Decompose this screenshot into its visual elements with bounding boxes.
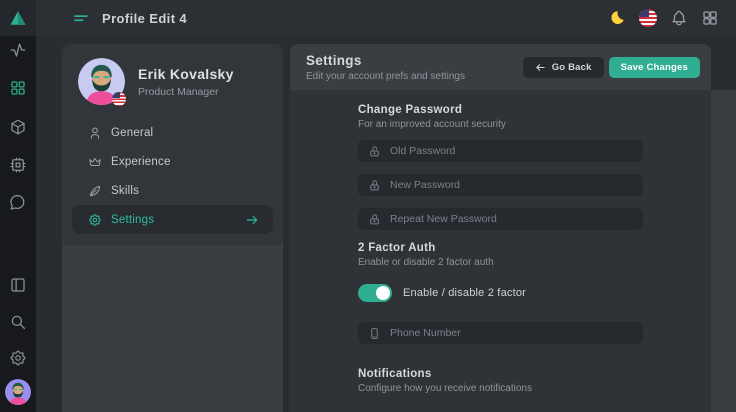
save-changes-button[interactable]: Save Changes <box>609 57 700 78</box>
top-header: Profile Edit 4 <box>36 0 736 36</box>
toggle-knob <box>376 286 390 300</box>
phone-number-field[interactable] <box>358 322 643 344</box>
old-password-input[interactable] <box>390 140 643 162</box>
menu-item-experience[interactable]: Experience <box>62 147 283 176</box>
profile-name: Erik Kovalsky <box>138 66 234 82</box>
menu-toggle-icon[interactable] <box>72 9 90 27</box>
profile-menu: General Experience Skills Settings <box>62 118 283 234</box>
old-password-field[interactable] <box>358 140 643 162</box>
activity-icon[interactable] <box>9 41 27 59</box>
message-circle-icon[interactable] <box>9 194 27 212</box>
settings-panel-header: Settings Edit your account prefs and set… <box>290 44 711 90</box>
menu-item-label: Skills <box>111 185 139 197</box>
arrow-right-icon <box>245 213 259 227</box>
change-password-subtitle: For an improved account security <box>358 119 643 130</box>
profile-card: Erik Kovalsky Product Manager General Ex… <box>62 44 283 246</box>
two-factor-toggle[interactable] <box>358 284 392 302</box>
two-factor-title: 2 Factor Auth <box>358 242 643 254</box>
two-factor-subtitle: Enable or disable 2 factor auth <box>358 257 643 268</box>
gear-icon <box>88 213 102 227</box>
lock-open-icon <box>368 145 381 158</box>
profile-avatar <box>78 58 125 105</box>
settings-subtitle: Edit your account prefs and settings <box>306 71 465 82</box>
gear-icon[interactable] <box>9 349 27 367</box>
profile-role: Product Manager <box>138 86 234 98</box>
lock-icon <box>368 179 381 192</box>
menu-item-label: Experience <box>111 156 171 168</box>
dark-mode-moon-icon[interactable] <box>608 9 626 27</box>
menu-item-general[interactable]: General <box>62 118 283 147</box>
topbar-actions <box>608 9 736 27</box>
language-flag-icon[interactable] <box>639 9 657 27</box>
settings-title: Settings <box>306 53 465 68</box>
repeat-password-input[interactable] <box>390 208 643 230</box>
change-password-title: Change Password <box>358 104 643 116</box>
apps-grid-icon[interactable] <box>701 9 719 27</box>
avatar-art <box>5 379 31 405</box>
cpu-icon[interactable] <box>9 156 27 174</box>
menu-item-label: Settings <box>111 214 154 226</box>
triangle-logo-icon <box>9 9 27 27</box>
profile-sidebar-panel: Erik Kovalsky Product Manager General Ex… <box>62 44 283 412</box>
new-password-input[interactable] <box>390 174 643 196</box>
go-back-button[interactable]: Go Back <box>523 57 604 78</box>
crown-icon <box>88 155 102 169</box>
notifications-subtitle: Configure how you receive notifications <box>358 383 643 394</box>
notifications-bell-icon[interactable] <box>670 9 688 27</box>
user-avatar-small[interactable] <box>5 379 31 405</box>
feather-icon <box>88 184 102 198</box>
app-logo[interactable] <box>0 0 36 36</box>
avatar-country-flag-icon <box>112 92 126 106</box>
lock-icon <box>368 213 381 226</box>
menu-item-skills[interactable]: Skills <box>62 176 283 205</box>
offscreen-panel-edge <box>711 90 736 412</box>
settings-panel: Settings Edit your account prefs and set… <box>290 44 711 412</box>
phone-number-input[interactable] <box>390 322 643 344</box>
smartphone-icon <box>368 327 381 340</box>
menu-item-label: General <box>111 127 153 139</box>
user-icon <box>88 126 102 140</box>
arrow-left-icon <box>535 62 546 73</box>
package-icon[interactable] <box>9 118 27 136</box>
search-icon[interactable] <box>9 313 27 331</box>
profile-header: Erik Kovalsky Product Manager <box>62 44 283 105</box>
repeat-password-field[interactable] <box>358 208 643 230</box>
two-factor-toggle-label: Enable / disable 2 factor <box>403 287 526 299</box>
page-title: Profile Edit 4 <box>102 11 187 26</box>
settings-panel-body: Change Password For an improved account … <box>290 90 711 394</box>
layout-sidebar-icon[interactable] <box>9 276 27 294</box>
layout-grid-icon[interactable] <box>9 79 27 97</box>
menu-item-settings[interactable]: Settings <box>72 205 273 234</box>
new-password-field[interactable] <box>358 174 643 196</box>
icon-sidebar <box>0 0 36 412</box>
notifications-title: Notifications <box>358 368 643 380</box>
go-back-label: Go Back <box>552 62 592 73</box>
